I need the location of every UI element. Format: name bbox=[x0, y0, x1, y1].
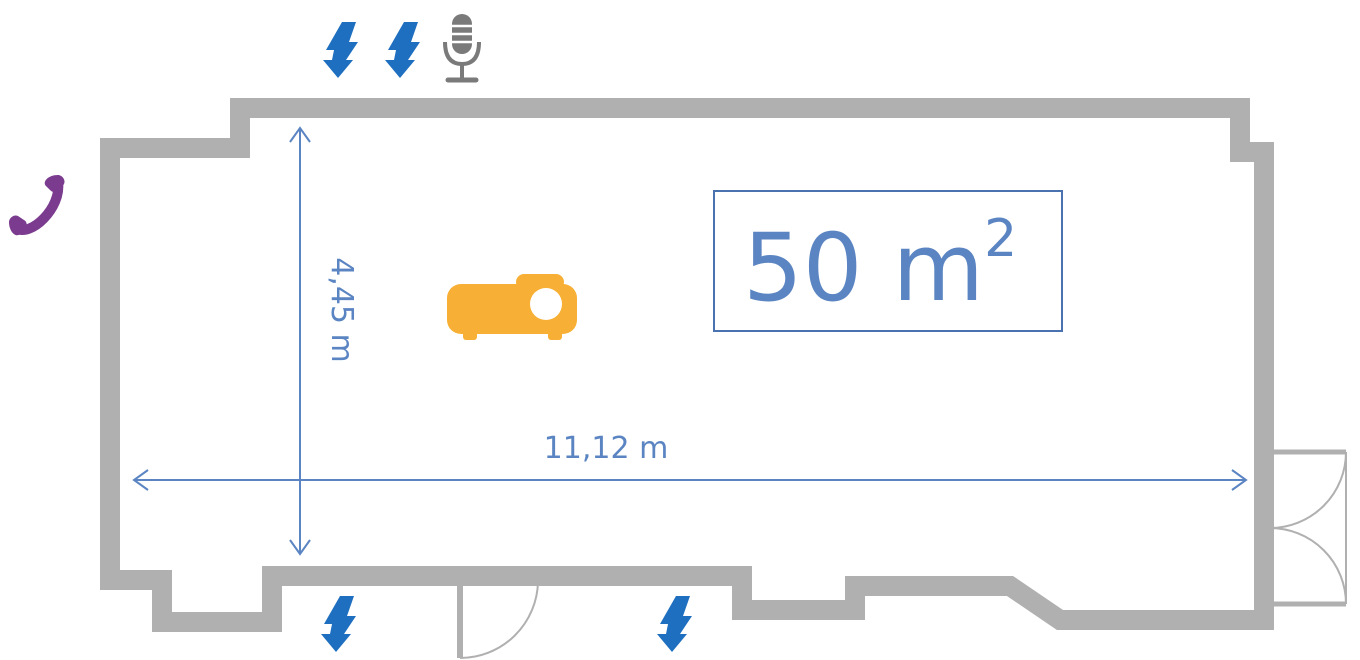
depth-label: 4,45 m bbox=[324, 257, 359, 363]
width-label: 11,12 m bbox=[544, 431, 669, 466]
projector-icon bbox=[447, 274, 577, 340]
power-outlet-icon bbox=[385, 22, 420, 78]
floor-plan: 11,12 m 4,45 m 50 m2 bbox=[9, 14, 1347, 659]
phone-icon bbox=[9, 175, 65, 236]
bottom-door bbox=[457, 581, 539, 659]
depth-dimension bbox=[289, 126, 311, 556]
right-double-door bbox=[1269, 449, 1347, 607]
room-wall bbox=[100, 98, 1274, 632]
power-outlet-icon bbox=[657, 596, 692, 652]
power-outlet-icon bbox=[321, 596, 356, 652]
area-label: 50 m2 bbox=[743, 209, 1017, 323]
microphone-icon bbox=[443, 14, 481, 83]
power-outlet-icon bbox=[323, 22, 358, 78]
